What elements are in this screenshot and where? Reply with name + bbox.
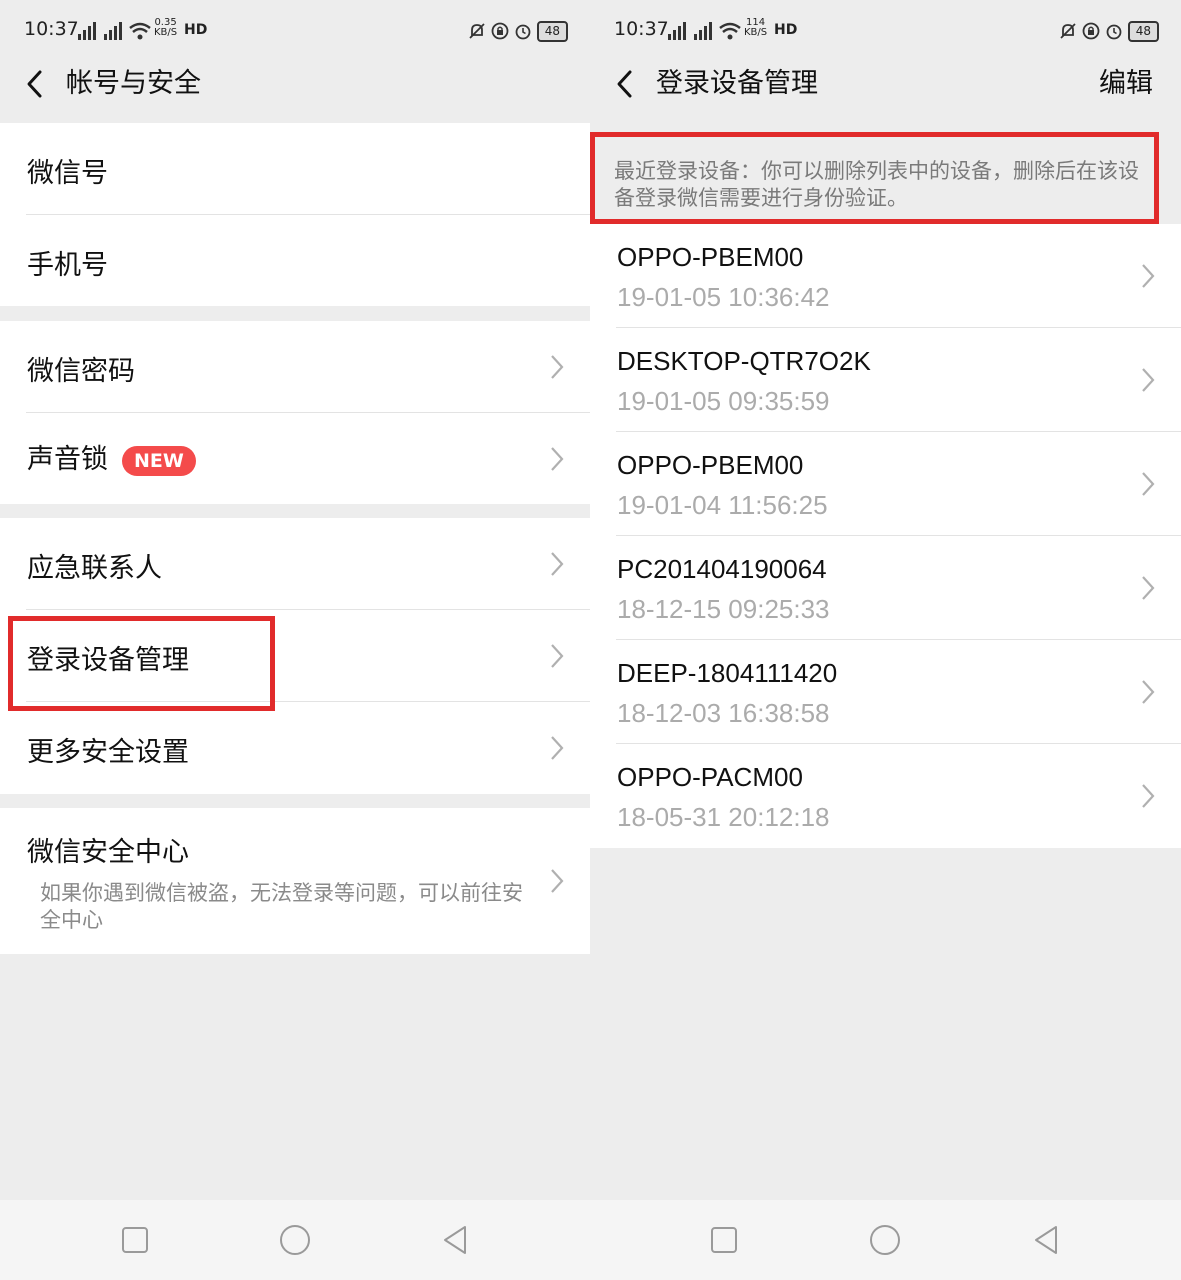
account-security-screen: 10:37 0.35KB/S HD 48 帐号与安全 微信号 手机号 微信密码 — [0, 0, 590, 1280]
settings-item-description: 如果你遇到微信被盗，无法登录等问题，可以前往安全中心 — [40, 881, 523, 932]
system-nav-bar — [590, 1200, 1181, 1280]
chevron-right-icon — [551, 736, 564, 760]
settings-item-phone[interactable]: 手机号 — [0, 215, 590, 306]
hd-indicator: HD — [184, 22, 208, 38]
settings-item-password[interactable]: 微信密码 — [0, 321, 590, 413]
back-arrow-icon[interactable] — [612, 66, 640, 102]
chevron-right-icon — [551, 355, 564, 379]
circle-nav-icon[interactable] — [867, 1222, 903, 1258]
settings-item-label: 微信安全中心 — [27, 837, 189, 868]
chevron-right-icon — [551, 869, 564, 893]
settings-item-label: 微信密码 — [27, 356, 135, 387]
circle-nav-icon[interactable] — [277, 1222, 313, 1258]
settings-item-label: 声音锁 NEW — [27, 437, 196, 476]
lock-icon — [491, 22, 509, 40]
settings-item-security-center[interactable]: 微信安全中心 如果你遇到微信被盗，无法登录等问题，可以前往安全中心 — [0, 808, 590, 954]
device-item[interactable]: OPPO-PBEM00 19-01-04 11:56:25 — [590, 432, 1181, 536]
triangle-nav-icon[interactable] — [1028, 1222, 1064, 1258]
square-nav-icon[interactable] — [706, 1222, 742, 1258]
settings-item-label: 手机号 — [27, 250, 108, 281]
signal-icon — [78, 22, 151, 40]
nav-bar: 帐号与安全 — [0, 62, 590, 122]
chevron-right-icon — [551, 447, 564, 471]
chevron-right-icon — [551, 644, 564, 668]
edit-button[interactable]: 编辑 — [1099, 66, 1153, 102]
settings-group-account: 微信号 手机号 — [0, 123, 590, 306]
device-list: OPPO-PBEM00 19-01-05 10:36:42 DESKTOP-QT… — [590, 224, 1181, 848]
system-nav-bar — [0, 1200, 590, 1280]
login-device-management-screen: 10:37 114 KB/S HD 48 登录设备管理 编辑 最近登录设备：你可以… — [590, 0, 1181, 1280]
status-bar: 10:37 114 KB/S HD 48 — [590, 0, 1181, 62]
square-nav-icon[interactable] — [117, 1222, 153, 1258]
device-login-time: 18-12-15 09:25:33 — [617, 594, 830, 624]
settings-group-password: 微信密码 声音锁 NEW — [0, 321, 590, 504]
device-name: OPPO-PBEM00 — [617, 242, 804, 272]
page-title: 登录设备管理 — [656, 68, 818, 99]
signal-icon — [668, 22, 741, 40]
chevron-right-icon — [1142, 368, 1155, 392]
status-time: 10:37 — [24, 18, 79, 40]
highlight-box-login-devices — [8, 616, 275, 711]
status-bar: 10:37 0.35 KB/S HD 48 — [0, 0, 590, 62]
lock-icon — [1082, 22, 1100, 40]
device-name: OPPO-PBEM00 — [617, 450, 804, 480]
device-item[interactable]: DESKTOP-QTR7O2K 19-01-05 09:35:59 — [590, 328, 1181, 432]
device-login-time: 18-12-03 16:38:58 — [617, 698, 830, 728]
device-name: DEEP-1804111420 — [617, 658, 838, 688]
device-login-time: 19-01-05 10:36:42 — [617, 282, 830, 312]
triangle-nav-icon[interactable] — [437, 1222, 473, 1258]
status-right-icons: 48 — [468, 19, 568, 43]
chevron-right-icon — [1142, 472, 1155, 496]
device-name: PC201404190064 — [617, 554, 827, 584]
back-arrow-icon[interactable] — [22, 66, 50, 102]
alarm-icon — [515, 24, 531, 40]
settings-group-security-center: 微信安全中心 如果你遇到微信被盗，无法登录等问题，可以前往安全中心 — [0, 808, 590, 954]
settings-item-label: 微信号 — [27, 158, 108, 189]
device-item[interactable]: OPPO-PBEM00 19-01-05 10:36:42 — [590, 224, 1181, 328]
hd-indicator: HD — [774, 22, 798, 38]
settings-item-label: 应急联系人 — [27, 553, 162, 584]
alarm-icon — [1106, 24, 1122, 40]
nav-bar: 登录设备管理 编辑 — [590, 62, 1181, 122]
device-login-time: 18-05-31 20:12:18 — [617, 802, 830, 832]
chevron-right-icon — [1142, 576, 1155, 600]
battery-icon: 48 — [536, 20, 568, 42]
device-item[interactable]: DEEP-1804111420 18-12-03 16:38:58 — [590, 640, 1181, 744]
settings-item-wechat-id[interactable]: 微信号 — [0, 123, 590, 215]
mute-icon — [1060, 23, 1076, 39]
device-item[interactable]: OPPO-PACM00 18-05-31 20:12:18 — [590, 744, 1181, 848]
settings-item-label: 更多安全设置 — [27, 737, 189, 768]
mute-icon — [469, 23, 485, 39]
battery-icon: 48 — [1127, 20, 1159, 42]
settings-item-more-security[interactable]: 更多安全设置 — [0, 702, 590, 794]
status-time: 10:37 — [614, 18, 669, 40]
device-login-time: 19-01-04 11:56:25 — [617, 490, 828, 520]
device-name: OPPO-PACM00 — [617, 762, 803, 792]
page-title: 帐号与安全 — [66, 68, 201, 99]
net-speed: 0.35 KB/S — [154, 17, 178, 38]
device-list-notice: 最近登录设备：你可以删除列表中的设备，删除后在该设备登录微信需要进行身份验证。 — [614, 159, 1139, 210]
net-speed: 114 KB/S — [744, 17, 768, 38]
new-badge: NEW — [122, 445, 196, 476]
device-name: DESKTOP-QTR7O2K — [617, 346, 871, 376]
settings-item-voice-lock[interactable]: 声音锁 NEW — [0, 413, 590, 504]
settings-item-emergency-contact[interactable]: 应急联系人 — [0, 518, 590, 610]
device-login-time: 19-01-05 09:35:59 — [617, 386, 830, 416]
chevron-right-icon — [1142, 784, 1155, 808]
chevron-right-icon — [551, 552, 564, 576]
chevron-right-icon — [1142, 680, 1155, 704]
device-item[interactable]: PC201404190064 18-12-15 09:25:33 — [590, 536, 1181, 640]
status-right-icons: 48 — [1059, 19, 1159, 43]
chevron-right-icon — [1142, 264, 1155, 288]
